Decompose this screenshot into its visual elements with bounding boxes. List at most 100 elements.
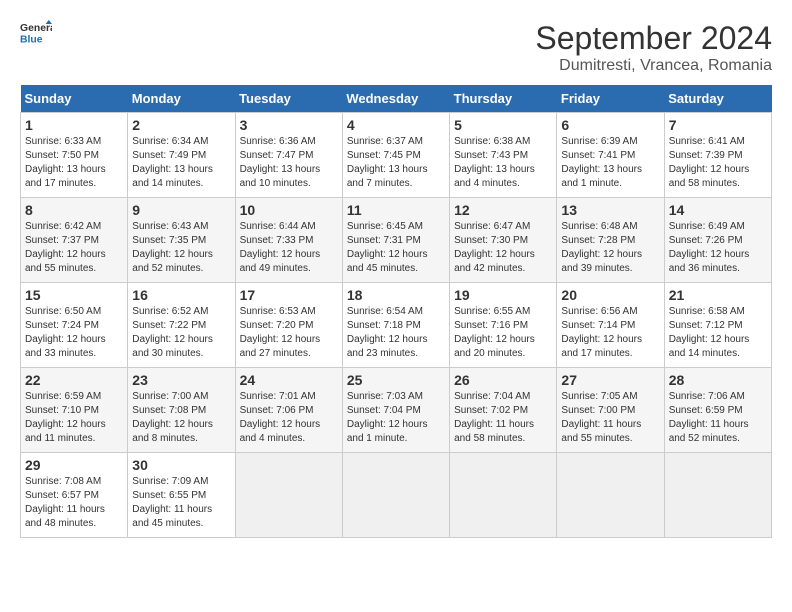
day-info: Sunrise: 6:50 AM Sunset: 7:24 PM Dayligh… [25, 305, 123, 361]
day-info: Sunrise: 6:47 AM Sunset: 7:30 PM Dayligh… [454, 220, 552, 276]
day-number: 21 [669, 287, 767, 303]
day-info: Sunrise: 6:43 AM Sunset: 7:35 PM Dayligh… [132, 220, 230, 276]
calendar-cell [664, 453, 771, 538]
weekday-header: Tuesday [235, 85, 342, 113]
calendar-cell: 26 Sunrise: 7:04 AM Sunset: 7:02 PM Dayli… [450, 368, 557, 453]
weekday-header: Thursday [450, 85, 557, 113]
day-info: Sunrise: 6:33 AM Sunset: 7:50 PM Dayligh… [25, 135, 123, 191]
day-number: 30 [132, 457, 230, 473]
calendar-cell: 1 Sunrise: 6:33 AM Sunset: 7:50 PM Daylig… [21, 113, 128, 198]
svg-text:Blue: Blue [20, 34, 43, 45]
calendar-cell: 30Sunrise: 7:09 AM Sunset: 6:55 PM Dayli… [128, 453, 235, 538]
calendar-cell: 19 Sunrise: 6:55 AM Sunset: 7:16 PM Dayli… [450, 283, 557, 368]
calendar-cell: 9 Sunrise: 6:43 AM Sunset: 7:35 PM Daylig… [128, 198, 235, 283]
calendar-cell: 14Sunrise: 6:49 AM Sunset: 7:26 PM Dayli… [664, 198, 771, 283]
weekday-header: Saturday [664, 85, 771, 113]
calendar-week-row: 8 Sunrise: 6:42 AM Sunset: 7:37 PM Daylig… [21, 198, 772, 283]
day-number: 3 [240, 117, 338, 133]
day-number: 20 [561, 287, 659, 303]
day-info: Sunrise: 6:42 AM Sunset: 7:37 PM Dayligh… [25, 220, 123, 276]
day-info: Sunrise: 7:08 AM Sunset: 6:57 PM Dayligh… [25, 475, 123, 531]
calendar-cell [342, 453, 449, 538]
day-number: 15 [25, 287, 123, 303]
page-title: September 2024 [535, 20, 772, 57]
day-number: 23 [132, 372, 230, 388]
day-number: 8 [25, 202, 123, 218]
logo-icon: General Blue [20, 20, 52, 48]
weekday-header: Wednesday [342, 85, 449, 113]
calendar-cell: 23 Sunrise: 7:00 AM Sunset: 7:08 PM Dayli… [128, 368, 235, 453]
calendar-cell: 4 Sunrise: 6:37 AM Sunset: 7:45 PM Daylig… [342, 113, 449, 198]
day-number: 16 [132, 287, 230, 303]
day-number: 2 [132, 117, 230, 133]
day-number: 5 [454, 117, 552, 133]
day-info: Sunrise: 6:53 AM Sunset: 7:20 PM Dayligh… [240, 305, 338, 361]
day-number: 19 [454, 287, 552, 303]
day-number: 1 [25, 117, 123, 133]
day-info: Sunrise: 6:52 AM Sunset: 7:22 PM Dayligh… [132, 305, 230, 361]
day-number: 26 [454, 372, 552, 388]
calendar-cell: 15 Sunrise: 6:50 AM Sunset: 7:24 PM Dayli… [21, 283, 128, 368]
weekday-header-row: SundayMondayTuesdayWednesdayThursdayFrid… [21, 85, 772, 113]
calendar-cell: 8 Sunrise: 6:42 AM Sunset: 7:37 PM Daylig… [21, 198, 128, 283]
day-number: 17 [240, 287, 338, 303]
calendar-cell [450, 453, 557, 538]
day-info: Sunrise: 6:34 AM Sunset: 7:49 PM Dayligh… [132, 135, 230, 191]
day-info: Sunrise: 6:37 AM Sunset: 7:45 PM Dayligh… [347, 135, 445, 191]
day-info: Sunrise: 6:48 AM Sunset: 7:28 PM Dayligh… [561, 220, 659, 276]
calendar-cell: 2 Sunrise: 6:34 AM Sunset: 7:49 PM Daylig… [128, 113, 235, 198]
calendar-cell: 18Sunrise: 6:54 AM Sunset: 7:18 PM Dayli… [342, 283, 449, 368]
day-number: 6 [561, 117, 659, 133]
day-info: Sunrise: 6:38 AM Sunset: 7:43 PM Dayligh… [454, 135, 552, 191]
calendar-week-row: 15 Sunrise: 6:50 AM Sunset: 7:24 PM Dayli… [21, 283, 772, 368]
day-info: Sunrise: 6:44 AM Sunset: 7:33 PM Dayligh… [240, 220, 338, 276]
calendar-cell: 20 Sunrise: 6:56 AM Sunset: 7:14 PM Dayli… [557, 283, 664, 368]
day-info: Sunrise: 7:06 AM Sunset: 6:59 PM Dayligh… [669, 390, 767, 446]
day-info: Sunrise: 7:00 AM Sunset: 7:08 PM Dayligh… [132, 390, 230, 446]
calendar-table: SundayMondayTuesdayWednesdayThursdayFrid… [20, 85, 772, 538]
calendar-cell: 10 Sunrise: 6:44 AM Sunset: 7:33 PM Dayli… [235, 198, 342, 283]
day-info: Sunrise: 6:55 AM Sunset: 7:16 PM Dayligh… [454, 305, 552, 361]
calendar-cell: 27Sunrise: 7:05 AM Sunset: 7:00 PM Dayli… [557, 368, 664, 453]
day-number: 13 [561, 202, 659, 218]
calendar-cell: 13 Sunrise: 6:48 AM Sunset: 7:28 PM Dayli… [557, 198, 664, 283]
calendar-cell: 29 Sunrise: 7:08 AM Sunset: 6:57 PM Dayli… [21, 453, 128, 538]
day-info: Sunrise: 6:39 AM Sunset: 7:41 PM Dayligh… [561, 135, 659, 191]
calendar-cell: 3 Sunrise: 6:36 AM Sunset: 7:47 PM Daylig… [235, 113, 342, 198]
day-info: Sunrise: 7:01 AM Sunset: 7:06 PM Dayligh… [240, 390, 338, 446]
day-number: 4 [347, 117, 445, 133]
calendar-cell: 7 Sunrise: 6:41 AM Sunset: 7:39 PM Daylig… [664, 113, 771, 198]
day-info: Sunrise: 6:36 AM Sunset: 7:47 PM Dayligh… [240, 135, 338, 191]
weekday-header: Friday [557, 85, 664, 113]
day-number: 28 [669, 372, 767, 388]
day-number: 14 [669, 202, 767, 218]
day-number: 25 [347, 372, 445, 388]
page-header: General Blue September 2024 Dumitresti, … [20, 20, 772, 75]
day-info: Sunrise: 6:56 AM Sunset: 7:14 PM Dayligh… [561, 305, 659, 361]
calendar-cell: 6 Sunrise: 6:39 AM Sunset: 7:41 PM Daylig… [557, 113, 664, 198]
calendar-cell: 17 Sunrise: 6:53 AM Sunset: 7:20 PM Dayli… [235, 283, 342, 368]
day-info: Sunrise: 7:04 AM Sunset: 7:02 PM Dayligh… [454, 390, 552, 446]
weekday-header: Monday [128, 85, 235, 113]
day-number: 7 [669, 117, 767, 133]
calendar-cell: 24 Sunrise: 7:01 AM Sunset: 7:06 PM Dayli… [235, 368, 342, 453]
day-info: Sunrise: 6:41 AM Sunset: 7:39 PM Dayligh… [669, 135, 767, 191]
calendar-week-row: 22 Sunrise: 6:59 AM Sunset: 7:10 PM Dayli… [21, 368, 772, 453]
calendar-cell: 16 Sunrise: 6:52 AM Sunset: 7:22 PM Dayli… [128, 283, 235, 368]
day-number: 9 [132, 202, 230, 218]
calendar-week-row: 1 Sunrise: 6:33 AM Sunset: 7:50 PM Daylig… [21, 113, 772, 198]
calendar-cell: 25Sunrise: 7:03 AM Sunset: 7:04 PM Dayli… [342, 368, 449, 453]
day-number: 22 [25, 372, 123, 388]
day-info: Sunrise: 6:59 AM Sunset: 7:10 PM Dayligh… [25, 390, 123, 446]
svg-text:General: General [20, 23, 52, 34]
day-number: 29 [25, 457, 123, 473]
calendar-cell: 22 Sunrise: 6:59 AM Sunset: 7:10 PM Dayli… [21, 368, 128, 453]
calendar-cell: 5 Sunrise: 6:38 AM Sunset: 7:43 PM Daylig… [450, 113, 557, 198]
day-info: Sunrise: 6:54 AM Sunset: 7:18 PM Dayligh… [347, 305, 445, 361]
day-number: 24 [240, 372, 338, 388]
weekday-header: Sunday [21, 85, 128, 113]
day-info: Sunrise: 6:58 AM Sunset: 7:12 PM Dayligh… [669, 305, 767, 361]
day-number: 10 [240, 202, 338, 218]
calendar-cell: 21 Sunrise: 6:58 AM Sunset: 7:12 PM Dayli… [664, 283, 771, 368]
logo: General Blue [20, 20, 52, 48]
